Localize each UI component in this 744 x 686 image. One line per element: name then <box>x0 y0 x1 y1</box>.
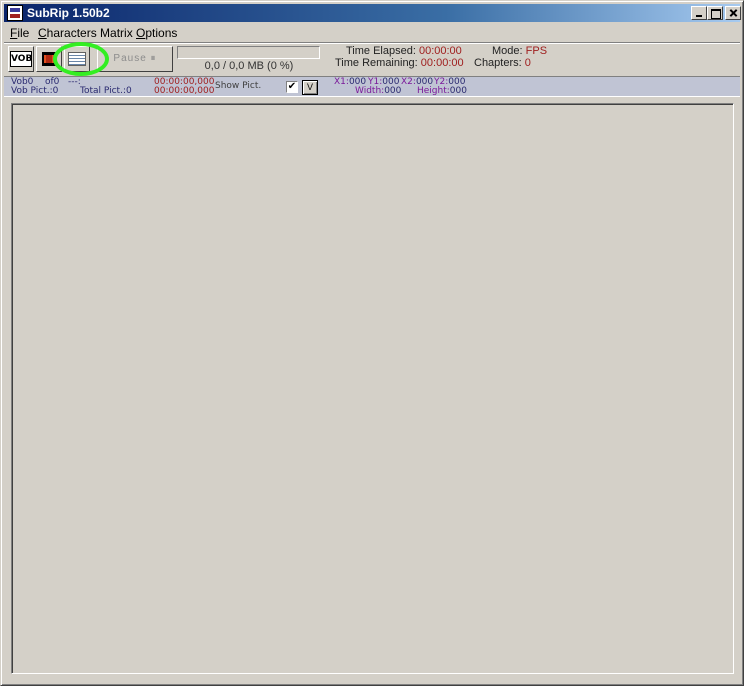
menu-characters-matrix[interactable]: Characters Matrix <box>38 26 133 40</box>
width-value: 000 <box>384 86 402 96</box>
time-elapsed-value: 00:00:00 <box>418 45 462 57</box>
chapters-label: Chapters: <box>474 57 522 69</box>
menu-options[interactable]: Options <box>136 26 177 40</box>
show-pict-label: Show Pict. <box>215 81 262 91</box>
menu-options-accel: O <box>136 26 146 40</box>
mode-label: Mode: <box>492 45 523 57</box>
show-pict-checkbox[interactable]: ✔ <box>286 81 298 93</box>
time-elapsed-label: Time Elapsed: <box>346 45 416 57</box>
time-elapsed: Time Elapsed: 00:00:00 <box>346 45 462 57</box>
film-icon <box>42 52 56 66</box>
menu-file[interactable]: File <box>10 26 29 40</box>
film-button[interactable] <box>36 46 62 72</box>
window-title: SubRip 1.50b2 <box>27 6 110 20</box>
chapters-value: 0 <box>524 57 531 69</box>
time-remaining: Time Remaining: 00:00:00 <box>335 57 464 69</box>
vob-dashes: ---: <box>68 77 81 87</box>
menu-options-label: ptions <box>145 26 178 40</box>
height-label: Height: <box>417 86 450 96</box>
characters-matrix-icon <box>68 52 86 66</box>
x2-label: X2: <box>401 77 416 87</box>
mode: Mode: FPS <box>492 45 547 57</box>
x1-label: X1: <box>334 77 349 87</box>
close-button[interactable] <box>725 6 741 20</box>
open-vob-icon: VOB <box>10 51 32 67</box>
subrip-app-icon[interactable] <box>7 5 23 21</box>
minimize-button[interactable] <box>691 6 707 20</box>
progress-bar <box>177 46 320 59</box>
menu-characters-matrix-label: haracters Matrix <box>46 26 133 40</box>
vob-pict: Vob Pict.:0 <box>11 86 59 96</box>
toolbar: VOB Pause ⏸ 0,0 / 0,0 MB (0 %) Time Elap… <box>4 42 740 75</box>
info-bar: Vob0 of0 ---: Vob Pict.:0 Total Pict.:0 … <box>4 76 740 97</box>
picture-area[interactable] <box>11 103 734 674</box>
maximize-button[interactable] <box>707 6 723 20</box>
height-readout: Height:000 <box>417 87 467 96</box>
time-remaining-value: 00:00:00 <box>420 57 464 69</box>
open-vob-button[interactable]: VOB <box>8 46 34 72</box>
total-pict: Total Pict.:0 <box>80 86 132 96</box>
menu-characters-matrix-accel: C <box>38 26 47 40</box>
time-remaining-label: Time Remaining: <box>335 57 418 69</box>
width-label: Width: <box>355 86 385 96</box>
height-value: 000 <box>449 86 467 96</box>
width-readout: Width:000 <box>355 87 401 96</box>
characters-matrix-button[interactable] <box>64 46 90 72</box>
mode-value: FPS <box>525 45 548 57</box>
time-end: 00:00:00,000 <box>154 86 215 96</box>
v-button[interactable]: V <box>302 80 318 95</box>
menu-bar: File Characters Matrix Options <box>4 23 740 42</box>
menu-file-label: ile <box>17 26 30 40</box>
title-bar: SubRip 1.50b2 <box>4 4 741 22</box>
pause-button[interactable]: Pause ⏸ <box>97 46 173 72</box>
subrip-window: SubRip 1.50b2 File Characters Matrix Opt… <box>0 0 744 686</box>
chapters: Chapters: 0 <box>474 57 531 69</box>
progress-text: 0,0 / 0,0 MB (0 %) <box>204 60 294 72</box>
